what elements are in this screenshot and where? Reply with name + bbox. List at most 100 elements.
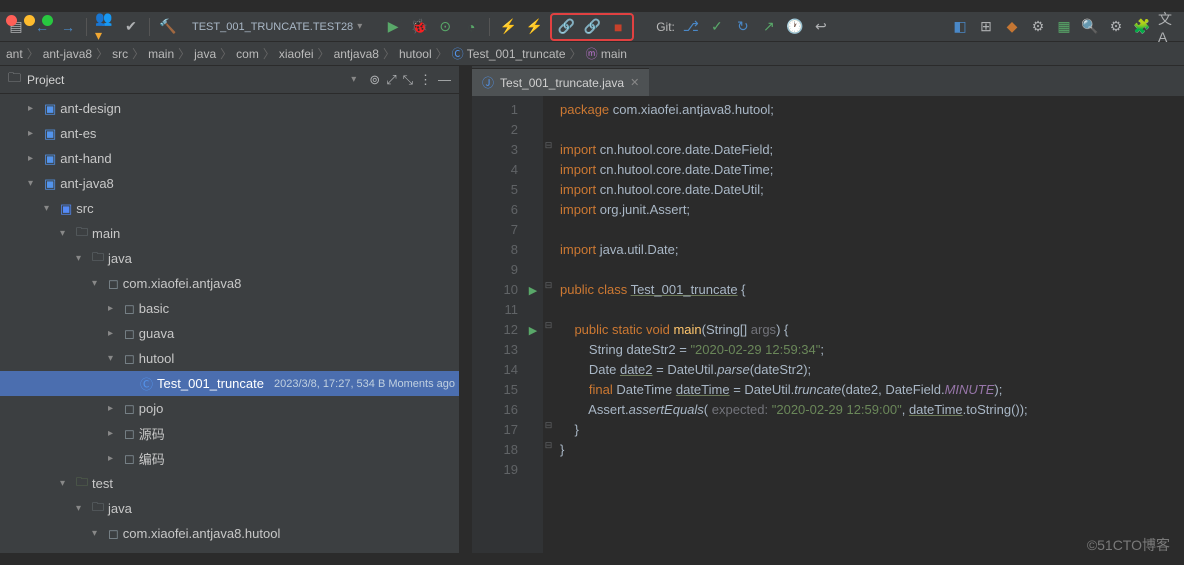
project-sidebar: 🗀 Project ▾ ⊚ ⤢ ⤡ ⋮ — ▸▣ant-design▸▣ant-… xyxy=(0,66,460,553)
attach2-icon[interactable]: 🔗 xyxy=(582,17,602,37)
translate-icon[interactable]: 文A xyxy=(1158,17,1178,37)
close-tab-icon[interactable]: ✕ xyxy=(630,76,639,89)
separator xyxy=(149,18,150,36)
tree-label: guava xyxy=(139,326,174,341)
tool2-icon[interactable]: ⊞ xyxy=(976,17,996,37)
breadcrumb-item[interactable]: java xyxy=(194,47,216,61)
gutter-run-icon xyxy=(524,140,542,160)
attach-icon[interactable]: 🔗 xyxy=(556,17,576,37)
search-icon[interactable]: 🔍 xyxy=(1080,17,1100,37)
tree-row-basic[interactable]: ▸◻basic xyxy=(0,296,459,321)
tree-label: java xyxy=(108,251,132,266)
tree-row---[interactable]: ▸◻编码 xyxy=(0,446,459,471)
tree-row-hutool[interactable]: ▾◻hutool xyxy=(0,346,459,371)
git-branch-icon[interactable]: ⎇ xyxy=(681,17,701,37)
gutter-run-icon xyxy=(524,240,542,260)
git-update-icon[interactable]: ↻ xyxy=(733,17,753,37)
run-icon[interactable]: ▶ xyxy=(383,17,403,37)
git-label: Git: xyxy=(656,20,675,34)
collapse-icon[interactable]: ⤡ xyxy=(403,72,413,88)
git-commit-icon[interactable]: ✓ xyxy=(707,17,727,37)
tool4-icon[interactable]: ⚙ xyxy=(1028,17,1048,37)
coverage-icon[interactable]: ⊙ xyxy=(435,17,455,37)
breadcrumb-item[interactable]: Ⓒ Test_001_truncate xyxy=(452,45,566,62)
tree-row-ant-es[interactable]: ▸▣ant-es xyxy=(0,121,459,146)
tree-label: pojo xyxy=(139,401,164,416)
max-dot[interactable] xyxy=(42,15,53,26)
tree-row-ant-java8[interactable]: ▾▣ant-java8 xyxy=(0,171,459,196)
tool3-icon[interactable]: ◆ xyxy=(1002,17,1022,37)
gutter-run-icon[interactable]: ▶ xyxy=(524,280,542,300)
breadcrumb-sep: 〉 xyxy=(383,45,395,62)
target-icon[interactable]: ⊚ xyxy=(369,72,380,88)
code-content[interactable]: package com.xiaofei.antjava8.hutool; imp… xyxy=(554,96,1184,553)
tree-row-com-xiaofei-antjava8[interactable]: ▾◻com.xiaofei.antjava8 xyxy=(0,271,459,296)
window-controls[interactable] xyxy=(6,15,53,26)
tree-label: com.xiaofei.antjava8 xyxy=(123,276,242,291)
git-push-icon[interactable]: ↗ xyxy=(759,17,779,37)
breadcrumb-item[interactable]: ant-java8 xyxy=(43,47,92,61)
tree-row-java[interactable]: ▾🗀java xyxy=(0,496,459,521)
build-icon[interactable]: 🔨 xyxy=(158,17,178,37)
breadcrumb-item[interactable]: xiaofei xyxy=(279,47,314,61)
project-icon: 🗀 xyxy=(8,69,21,91)
tool5-icon[interactable]: ▦ xyxy=(1054,17,1074,37)
expand-icon[interactable]: ⤢ xyxy=(386,72,396,88)
more-icon[interactable]: ⋮ xyxy=(419,72,432,88)
project-tree: ▸▣ant-design▸▣ant-es▸▣ant-hand▾▣ant-java… xyxy=(0,94,459,553)
stop-icon[interactable]: ■ xyxy=(608,17,628,37)
code-editor[interactable]: 12345678910111213141516171819 ▶▶ ⊟⊟⊟⊟⊟ p… xyxy=(472,96,1184,553)
breadcrumb-item[interactable]: src xyxy=(112,47,128,61)
chevron-down-icon: ▾ xyxy=(357,21,369,32)
tab-test-001-truncate[interactable]: Ⓙ Test_001_truncate.java ✕ xyxy=(472,68,649,96)
tool1-icon[interactable]: ◧ xyxy=(950,17,970,37)
separator xyxy=(86,18,87,36)
tree-label: com.xiaofei.antjava8.hutool xyxy=(123,526,281,541)
gutter-run-icon xyxy=(524,260,542,280)
min-dot[interactable] xyxy=(24,15,35,26)
chevron-down-icon[interactable]: ▾ xyxy=(351,74,363,85)
tree-row-src[interactable]: ▾▣src xyxy=(0,196,459,221)
git-history-icon[interactable]: 🕐 xyxy=(785,17,805,37)
breadcrumb-item[interactable]: hutool xyxy=(399,47,432,61)
plugins-icon[interactable]: 🧩 xyxy=(1132,17,1152,37)
tree-row-ant-hand[interactable]: ▸▣ant-hand xyxy=(0,146,459,171)
tree-row-java[interactable]: ▾🗀java xyxy=(0,246,459,271)
debug-icon[interactable]: 🐞 xyxy=(409,17,429,37)
tree-row-main[interactable]: ▾🗀main xyxy=(0,221,459,246)
tree-row-ant-design[interactable]: ▸▣ant-design xyxy=(0,96,459,121)
breadcrumb-item[interactable]: com xyxy=(236,47,259,61)
gutter-run-icon xyxy=(524,340,542,360)
main-toolbar: ▤ ← → 👥▾ ✔ 🔨 TEST_001_TRUNCATE.TEST28 ▾ … xyxy=(0,12,1184,42)
forward-icon[interactable]: → xyxy=(58,17,78,37)
highlighted-actions: 🔗 🔗 ■ xyxy=(550,13,634,41)
breadcrumb-item[interactable]: ant xyxy=(6,47,23,61)
tree-label: ant-design xyxy=(60,101,121,116)
tree-row-test-001-truncate[interactable]: ⒸTest_001_truncate2023/3/8, 17:27, 534 B… xyxy=(0,371,459,396)
git-rollback-icon[interactable]: ↩ xyxy=(811,17,831,37)
tree-row-pojo[interactable]: ▸◻pojo xyxy=(0,396,459,421)
profile-icon[interactable]: ◔ xyxy=(461,17,481,37)
gutter-run-icon[interactable]: ▶ xyxy=(524,320,542,340)
close-dot[interactable] xyxy=(6,15,17,26)
gutter-run-icon xyxy=(524,200,542,220)
run-config-selector[interactable]: TEST_001_TRUNCATE.TEST28 ▾ xyxy=(184,19,377,35)
breadcrumb-item[interactable]: ⓜ main xyxy=(586,45,627,62)
lightning2-icon[interactable]: ⚡ xyxy=(524,17,544,37)
breadcrumb-item[interactable]: main xyxy=(148,47,174,61)
tree-label: ant-java8 xyxy=(60,176,113,191)
lightning-icon[interactable]: ⚡ xyxy=(498,17,518,37)
tree-row---[interactable]: ▸◻源码 xyxy=(0,421,459,446)
breadcrumb-sep: 〉 xyxy=(263,45,275,62)
breadcrumb-sep: 〉 xyxy=(132,45,144,62)
tree-row-guava[interactable]: ▸◻guava xyxy=(0,321,459,346)
breadcrumb-item[interactable]: antjava8 xyxy=(334,47,379,61)
users-icon[interactable]: 👥▾ xyxy=(95,17,115,37)
fold-column: ⊟⊟⊟⊟⊟ xyxy=(542,96,554,553)
tree-row-test[interactable]: ▾🗀test xyxy=(0,471,459,496)
hide-icon[interactable]: — xyxy=(438,72,451,87)
settings-icon[interactable]: ⚙ xyxy=(1106,17,1126,37)
watermark: ©51CTO博客 xyxy=(1087,535,1170,555)
leaf-icon[interactable]: ✔ xyxy=(121,17,141,37)
tree-row-com-xiaofei-antjava8-hutool[interactable]: ▾◻com.xiaofei.antjava8.hutool xyxy=(0,521,459,546)
